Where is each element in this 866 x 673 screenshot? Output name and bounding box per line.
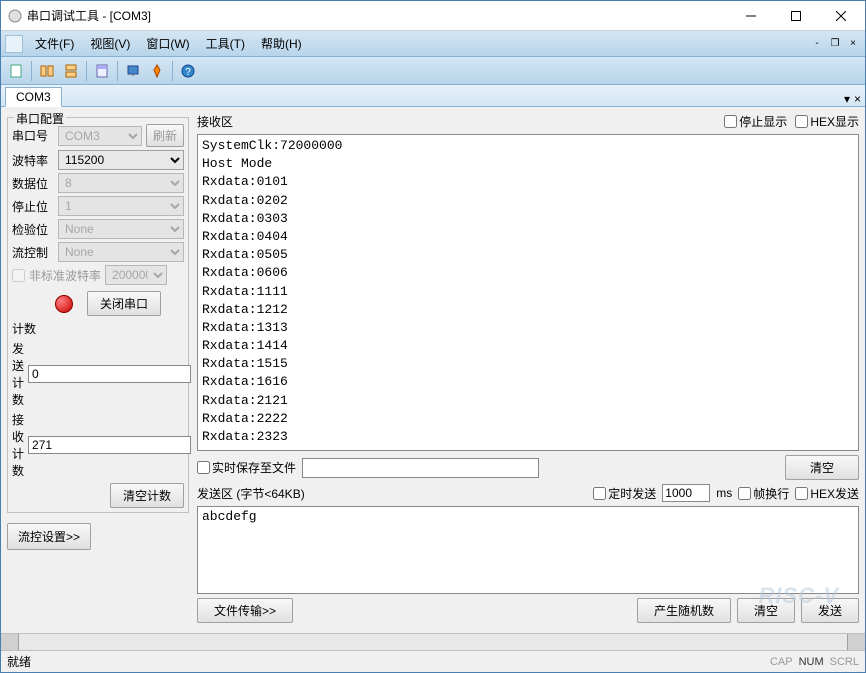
timer-send-label: 定时发送	[608, 485, 656, 502]
tool-pin-icon[interactable]	[146, 60, 168, 82]
app-window: 串口调试工具 - [COM3] 文件(F) 视图(V) 窗口(W) 工具(T) …	[0, 0, 866, 673]
pause-label: 停止显示	[739, 113, 787, 130]
hex-display-label: HEX显示	[810, 113, 859, 130]
recv-textarea[interactable]: SystemClk:72000000 Host Mode Rxdata:0101…	[197, 134, 859, 451]
counts-title: 计数	[12, 320, 184, 337]
interval-input[interactable]	[662, 484, 710, 502]
port-label: 串口号	[12, 127, 54, 144]
databits-label: 数据位	[12, 175, 54, 192]
toolbar: ?	[1, 57, 865, 85]
flow-settings-button[interactable]: 流控设置>>	[7, 523, 91, 550]
main-panel: 接收区 停止显示 HEX显示 SystemClk:72000000 Host M…	[193, 109, 863, 631]
send-count-field[interactable]	[28, 365, 191, 383]
parity-select[interactable]: None	[58, 219, 184, 239]
realtime-save-label: 实时保存至文件	[212, 459, 296, 476]
tool-calc-icon[interactable]	[91, 60, 113, 82]
tab-com3[interactable]: COM3	[5, 87, 62, 107]
menu-window[interactable]: 窗口(W)	[138, 33, 197, 54]
clear-count-button[interactable]: 清空计数	[110, 483, 184, 508]
refresh-button[interactable]: 刷新	[146, 124, 184, 147]
hex-send-checkbox[interactable]	[795, 487, 808, 500]
menu-help[interactable]: 帮助(H)	[253, 33, 310, 54]
recv-clear-button[interactable]: 清空	[785, 455, 859, 480]
maximize-button[interactable]	[773, 2, 818, 30]
hex-send-label: HEX发送	[810, 485, 859, 502]
nonstd-checkbox[interactable]	[12, 269, 25, 282]
stopbits-select[interactable]: 1	[58, 196, 184, 216]
send-clear-button[interactable]: 清空	[737, 598, 795, 623]
tool-help-icon[interactable]: ?	[177, 60, 199, 82]
linewrap-label: 帧换行	[753, 485, 789, 502]
minimize-button[interactable]	[728, 2, 773, 30]
num-indicator: NUM	[799, 656, 824, 668]
port-select[interactable]: COM3	[58, 126, 142, 146]
menubar: 文件(F) 视图(V) 窗口(W) 工具(T) 帮助(H) - ❐ ×	[1, 31, 865, 57]
send-button[interactable]: 发送	[801, 598, 859, 623]
databits-select[interactable]: 8	[58, 173, 184, 193]
tab-close-icon[interactable]: ×	[854, 92, 861, 106]
send-count-label: 发送计数	[12, 340, 24, 408]
baud-select[interactable]: 115200	[58, 150, 184, 170]
tabbar: COM3 ▾ ×	[1, 85, 865, 107]
statusbar: 就绪 CAP NUM SCRL	[1, 650, 865, 672]
status-text: 就绪	[7, 653, 764, 670]
close-button[interactable]	[818, 2, 863, 30]
menu-file[interactable]: 文件(F)	[27, 33, 82, 54]
hex-display-checkbox[interactable]	[795, 115, 808, 128]
ms-label: ms	[716, 486, 732, 500]
nonstd-select[interactable]: 200000	[105, 265, 167, 285]
mdi-restore-icon[interactable]: ❐	[827, 36, 843, 52]
mdi-minimize-icon[interactable]: -	[809, 36, 825, 52]
status-indicator-icon	[55, 295, 73, 313]
tool-monitor-icon[interactable]	[122, 60, 144, 82]
tab-dropdown-icon[interactable]: ▾	[844, 92, 850, 106]
recv-count-field[interactable]	[28, 436, 191, 454]
window-title: 串口调试工具 - [COM3]	[27, 7, 728, 24]
linewrap-checkbox[interactable]	[738, 487, 751, 500]
parity-label: 检验位	[12, 221, 54, 238]
pause-checkbox[interactable]	[724, 115, 737, 128]
stopbits-label: 停止位	[12, 198, 54, 215]
close-port-button[interactable]: 关闭串口	[87, 291, 161, 316]
nonstd-label: 非标准波特率	[29, 267, 101, 284]
serial-config-group: 串口配置 串口号 COM3 刷新 波特率 115200 数据位 8 停止位 1	[7, 117, 189, 513]
mdi-close-icon[interactable]: ×	[845, 36, 861, 52]
baud-label: 波特率	[12, 152, 54, 169]
menu-tools[interactable]: 工具(T)	[198, 33, 253, 54]
flow-select[interactable]: None	[58, 242, 184, 262]
timer-send-checkbox[interactable]	[593, 487, 606, 500]
svg-text:?: ?	[185, 67, 191, 78]
sidebar: 串口配置 串口号 COM3 刷新 波特率 115200 数据位 8 停止位 1	[3, 109, 193, 631]
save-file-input[interactable]	[302, 458, 538, 478]
menu-icon	[5, 35, 23, 53]
send-textarea[interactable]	[197, 506, 859, 594]
tool-tile-h-icon[interactable]	[36, 60, 58, 82]
flow-label: 流控制	[12, 244, 54, 261]
cap-indicator: CAP	[770, 656, 793, 668]
titlebar: 串口调试工具 - [COM3]	[1, 1, 865, 31]
realtime-save-checkbox[interactable]	[197, 461, 210, 474]
app-icon	[7, 8, 23, 24]
tool-new-icon[interactable]	[5, 60, 27, 82]
recv-title: 接收区	[197, 113, 716, 130]
recv-count-label: 接收计数	[12, 411, 24, 479]
horizontal-scrollbar[interactable]	[1, 633, 865, 650]
menu-view[interactable]: 视图(V)	[82, 33, 138, 54]
config-title: 串口配置	[14, 110, 66, 127]
content: 串口配置 串口号 COM3 刷新 波特率 115200 数据位 8 停止位 1	[1, 107, 865, 633]
scrl-indicator: SCRL	[830, 656, 859, 668]
random-button[interactable]: 产生随机数	[637, 598, 731, 623]
file-transfer-button[interactable]: 文件传输>>	[197, 598, 293, 623]
send-title: 发送区 (字节<64KB)	[197, 485, 587, 502]
tool-tile-v-icon[interactable]	[60, 60, 82, 82]
